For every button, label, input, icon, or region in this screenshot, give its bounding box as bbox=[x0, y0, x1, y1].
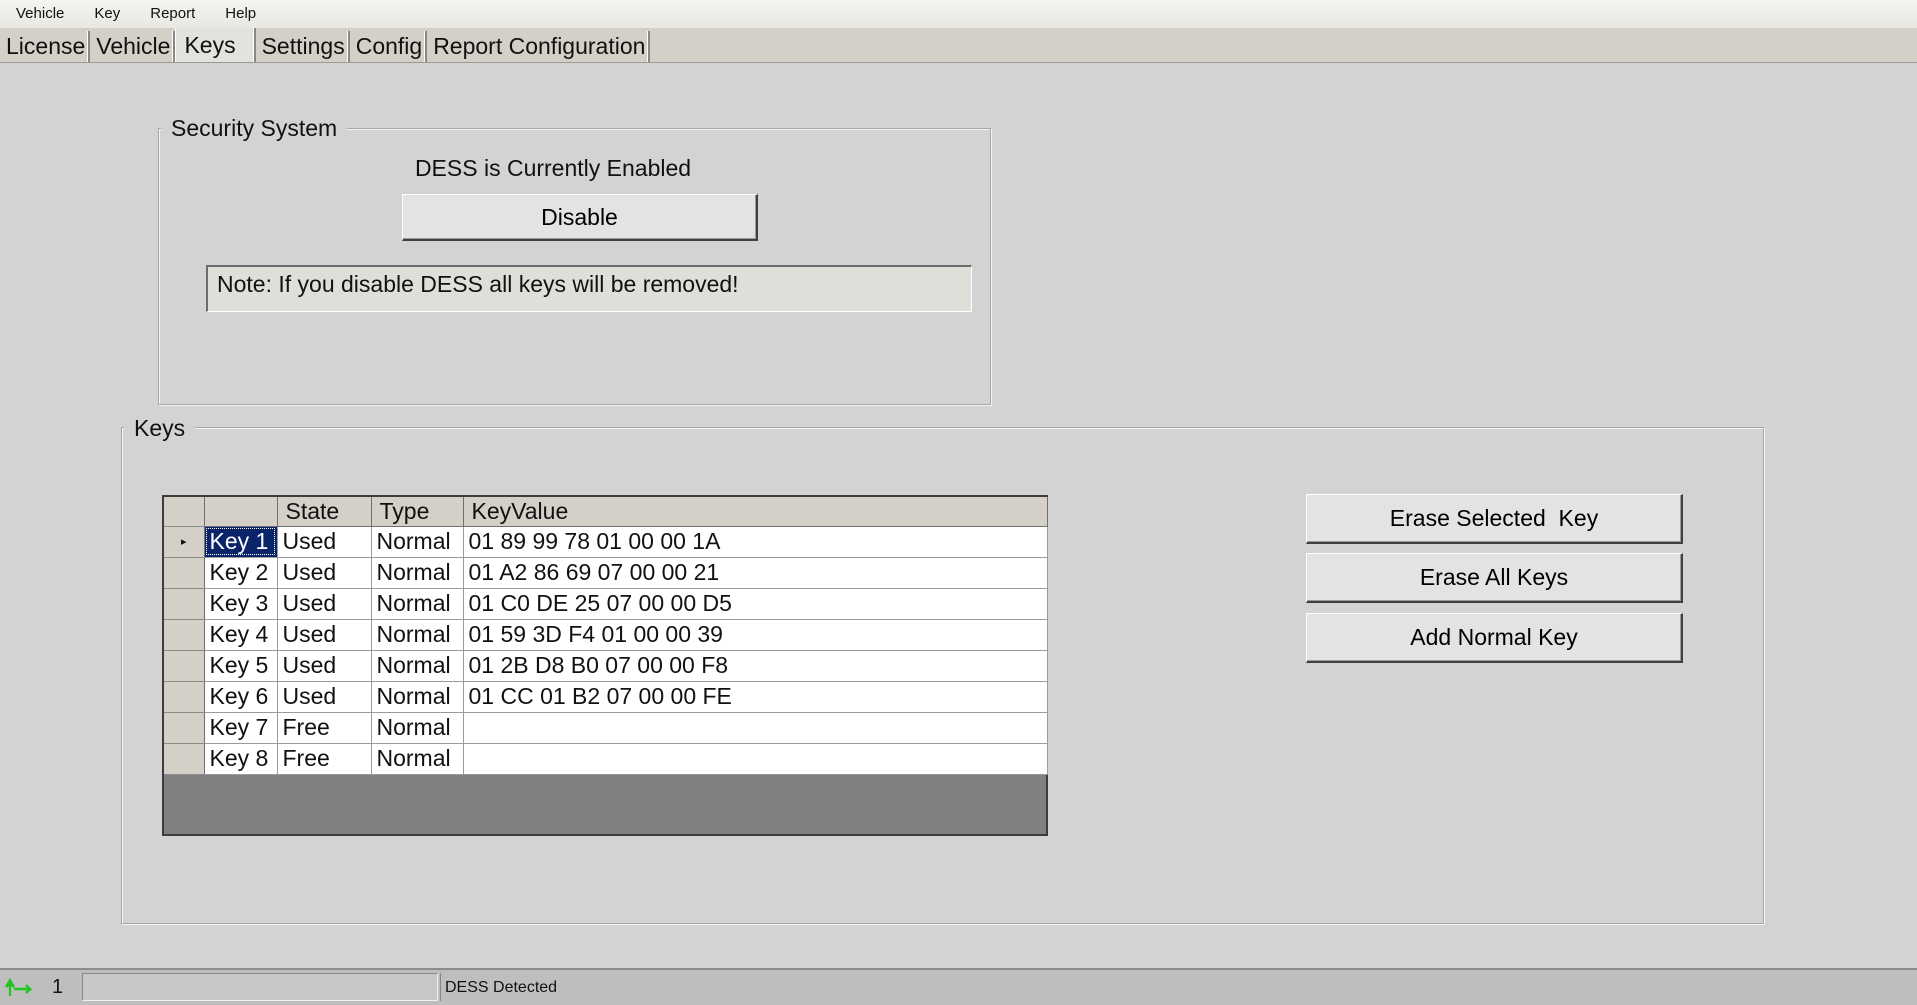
row-selector[interactable] bbox=[164, 557, 205, 589]
key-type-cell[interactable]: Normal bbox=[371, 619, 464, 651]
row-selector[interactable] bbox=[164, 588, 205, 620]
tab-vehicle[interactable]: Vehicle bbox=[90, 31, 176, 62]
key-name-cell[interactable]: Key 7 bbox=[204, 712, 278, 744]
key-name-cell[interactable]: Key 3 bbox=[204, 588, 278, 620]
key-type-cell[interactable]: Normal bbox=[371, 650, 464, 682]
key-state-cell[interactable]: Free bbox=[277, 743, 372, 775]
key-state-cell[interactable]: Used bbox=[277, 681, 372, 713]
keys-table: State Type KeyValue ▸ Key 1 Used Normal … bbox=[164, 497, 1048, 775]
header-type[interactable]: Type bbox=[371, 497, 464, 527]
dess-status-text: DESS is Currently Enabled bbox=[414, 155, 692, 181]
key-name-cell[interactable]: Key 6 bbox=[204, 681, 278, 713]
key-state-cell[interactable]: Used bbox=[277, 588, 372, 620]
key-name-cell[interactable]: Key 5 bbox=[204, 650, 278, 682]
key-state-cell[interactable]: Free bbox=[277, 712, 372, 744]
key-value-cell[interactable] bbox=[463, 712, 1048, 744]
key-state-cell[interactable]: Used bbox=[277, 526, 372, 558]
table-row[interactable]: Key 4 Used Normal 01 59 3D F4 01 00 00 3… bbox=[164, 619, 1048, 651]
key-type-cell[interactable]: Normal bbox=[371, 557, 464, 589]
key-value-cell[interactable]: 01 CC 01 B2 07 00 00 FE bbox=[463, 681, 1048, 713]
add-normal-key-button[interactable]: Add Normal Key bbox=[1306, 613, 1683, 663]
header-keyvalue[interactable]: KeyValue bbox=[463, 497, 1048, 527]
table-row[interactable]: Key 7 Free Normal bbox=[164, 712, 1048, 744]
menu-bar: Vehicle Key Report Help bbox=[0, 0, 1917, 29]
status-bar: 1 DESS Detected bbox=[0, 968, 1917, 1005]
key-state-cell[interactable]: Used bbox=[277, 619, 372, 651]
header-state[interactable]: State bbox=[277, 497, 372, 527]
status-count: 1 bbox=[52, 976, 64, 998]
table-row[interactable]: Key 5 Used Normal 01 2B D8 B0 07 00 00 F… bbox=[164, 650, 1048, 682]
table-row[interactable]: Key 8 Free Normal bbox=[164, 743, 1048, 775]
disable-dess-button[interactable]: Disable bbox=[402, 194, 758, 241]
erase-selected-key-button[interactable]: Erase Selected Key bbox=[1306, 494, 1683, 544]
status-progress-bar bbox=[82, 973, 438, 1001]
tab-settings[interactable]: Settings bbox=[256, 31, 350, 62]
tab-config[interactable]: Config bbox=[350, 31, 428, 62]
keys-legend: Keys bbox=[124, 415, 196, 441]
keys-grid[interactable]: State Type KeyValue ▸ Key 1 Used Normal … bbox=[162, 495, 1048, 836]
key-value-cell[interactable]: 01 A2 86 69 07 00 00 21 bbox=[463, 557, 1048, 589]
key-name-cell[interactable]: Key 8 bbox=[204, 743, 278, 775]
row-selector[interactable] bbox=[164, 650, 205, 682]
key-value-cell[interactable]: 01 59 3D F4 01 00 00 39 bbox=[463, 619, 1048, 651]
table-row[interactable]: Key 3 Used Normal 01 C0 DE 25 07 00 00 D… bbox=[164, 588, 1048, 620]
row-selector[interactable] bbox=[164, 681, 205, 713]
key-type-cell[interactable]: Normal bbox=[371, 526, 464, 558]
row-selector[interactable] bbox=[164, 712, 205, 744]
key-value-cell[interactable] bbox=[463, 743, 1048, 775]
security-system-legend: Security System bbox=[161, 115, 348, 141]
key-value-cell[interactable]: 01 C0 DE 25 07 00 00 D5 bbox=[463, 588, 1048, 620]
table-row[interactable]: Key 2 Used Normal 01 A2 86 69 07 00 00 2… bbox=[164, 557, 1048, 589]
menu-vehicle[interactable]: Vehicle bbox=[0, 0, 78, 28]
erase-all-keys-button[interactable]: Erase All Keys bbox=[1306, 553, 1683, 603]
table-row[interactable]: Key 6 Used Normal 01 CC 01 B2 07 00 00 F… bbox=[164, 681, 1048, 713]
key-state-cell[interactable]: Used bbox=[277, 650, 372, 682]
key-type-cell[interactable]: Normal bbox=[371, 681, 464, 713]
key-type-cell[interactable]: Normal bbox=[371, 712, 464, 744]
key-name-cell[interactable]: Key 4 bbox=[204, 619, 278, 651]
row-selector[interactable] bbox=[164, 743, 205, 775]
status-divider bbox=[440, 973, 441, 1001]
key-state-cell[interactable]: Used bbox=[277, 557, 372, 589]
menu-key[interactable]: Key bbox=[78, 0, 134, 28]
dess-warning-note: Note: If you disable DESS all keys will … bbox=[206, 265, 972, 312]
tab-keys[interactable]: Keys bbox=[175, 28, 256, 62]
row-selector[interactable] bbox=[164, 619, 205, 651]
header-key-name bbox=[204, 497, 278, 527]
key-name-cell[interactable]: Key 2 bbox=[204, 557, 278, 589]
menu-help[interactable]: Help bbox=[209, 0, 270, 28]
tab-license[interactable]: License bbox=[0, 31, 91, 62]
status-message: DESS Detected bbox=[445, 979, 558, 996]
key-name-cell[interactable]: Key 1 bbox=[204, 526, 278, 558]
connection-arrows-icon bbox=[5, 978, 33, 996]
tab-strip: License Vehicle Keys Settings Config Rep… bbox=[0, 28, 1917, 63]
current-row-arrow-icon: ▸ bbox=[180, 536, 187, 548]
row-selector-current[interactable]: ▸ bbox=[164, 526, 205, 558]
key-type-cell[interactable]: Normal bbox=[371, 588, 464, 620]
tab-report-configuration[interactable]: Report Configuration bbox=[427, 31, 651, 62]
key-type-cell[interactable]: Normal bbox=[371, 743, 464, 775]
header-corner bbox=[164, 497, 205, 527]
application-window: Vehicle Key Report Help License Vehicle … bbox=[0, 0, 1917, 1005]
table-row[interactable]: ▸ Key 1 Used Normal 01 89 99 78 01 00 00… bbox=[164, 526, 1048, 558]
keys-tab-content: Security System DESS is Currently Enable… bbox=[0, 63, 1917, 968]
key-value-cell[interactable]: 01 89 99 78 01 00 00 1A bbox=[463, 526, 1048, 558]
keys-table-header: State Type KeyValue bbox=[164, 497, 1048, 527]
menu-report[interactable]: Report bbox=[134, 0, 209, 28]
key-value-cell[interactable]: 01 2B D8 B0 07 00 00 F8 bbox=[463, 650, 1048, 682]
